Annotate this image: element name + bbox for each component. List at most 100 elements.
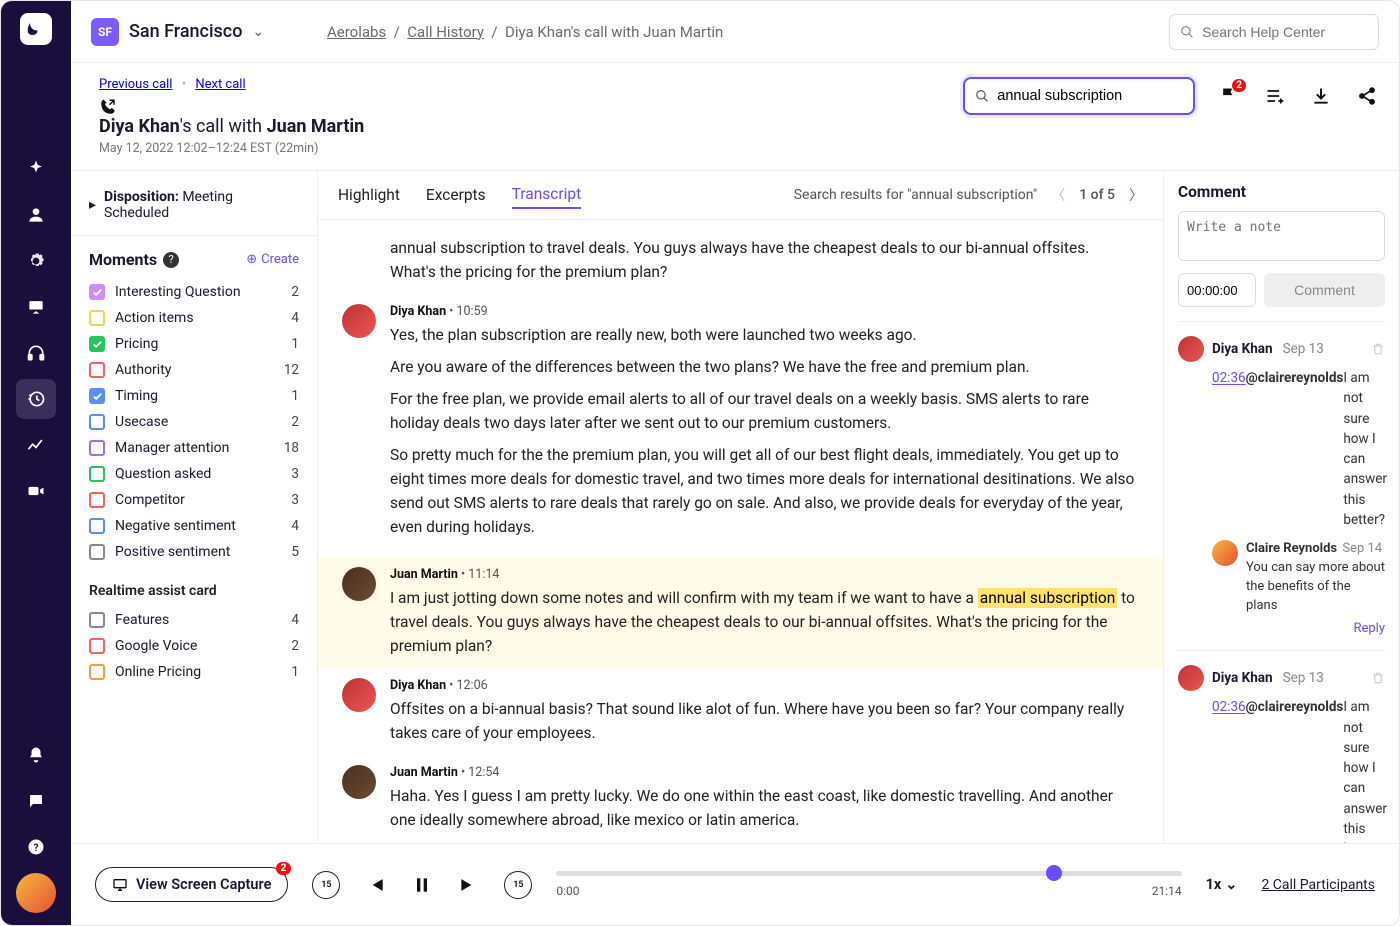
- checkbox-icon[interactable]: [89, 612, 105, 628]
- checkbox-icon[interactable]: [89, 336, 105, 352]
- breadcrumb-section[interactable]: Call History: [407, 23, 484, 41]
- moment-item[interactable]: Negative sentiment4: [89, 513, 299, 539]
- forward-15-button[interactable]: 15: [504, 871, 532, 899]
- prev-track-button[interactable]: [366, 875, 386, 895]
- comment-item: Diya Khan Sep 1302:36 @clairereynolds I …: [1178, 650, 1385, 843]
- moment-count: 1: [291, 388, 299, 404]
- comment-timestamp[interactable]: 02:36: [1212, 697, 1246, 843]
- rail-video-icon[interactable]: [16, 471, 56, 511]
- rail-help-icon[interactable]: ?: [16, 827, 56, 867]
- checkbox-icon[interactable]: [89, 466, 105, 482]
- share-button[interactable]: [1355, 84, 1379, 108]
- checkbox-icon[interactable]: [89, 362, 105, 378]
- moment-item[interactable]: Timing1: [89, 383, 299, 409]
- transcript-search-input[interactable]: [997, 88, 1183, 104]
- transcript-text[interactable]: Haha. Yes I guess I am pretty lucky. We …: [390, 784, 1139, 832]
- disposition-row[interactable]: ▸ Disposition: Meeting Scheduled: [71, 183, 317, 236]
- rail-notifications-icon[interactable]: [16, 735, 56, 775]
- checkbox-icon[interactable]: [89, 440, 105, 456]
- transcript-text[interactable]: Yes, the plan subscription are really ne…: [390, 323, 1139, 539]
- checkbox-icon[interactable]: [89, 492, 105, 508]
- moment-count: 5: [291, 544, 299, 560]
- create-moment-button[interactable]: ⊕ Create: [246, 252, 299, 267]
- transcript-text[interactable]: Offsites on a bi-annual basis? That soun…: [390, 697, 1139, 745]
- delete-icon[interactable]: [1371, 342, 1385, 356]
- pause-button[interactable]: [412, 875, 432, 895]
- checkbox-icon[interactable]: [89, 388, 105, 404]
- tab-highlight[interactable]: Highlight: [338, 182, 400, 208]
- rail-analytics-icon[interactable]: [16, 425, 56, 465]
- moment-count: 2: [291, 414, 299, 430]
- moment-label: Positive sentiment: [115, 544, 230, 560]
- comment-body: 02:36 @clairereynolds I am not sure how …: [1212, 368, 1385, 530]
- transcript-text[interactable]: I am just jotting down some notes and wi…: [390, 586, 1139, 658]
- rail-ai-icon[interactable]: [16, 149, 56, 189]
- seek-track[interactable]: 0:0021:14: [556, 871, 1181, 898]
- reply-link[interactable]: Reply: [1178, 621, 1385, 636]
- rail-user-avatar[interactable]: [16, 873, 56, 913]
- flag-button[interactable]: 2: [1217, 84, 1241, 108]
- moment-item[interactable]: Interesting Question2: [89, 279, 299, 305]
- caret-right-icon: ▸: [89, 197, 96, 213]
- next-result-button[interactable]: 〉: [1129, 185, 1143, 205]
- tab-excerpts[interactable]: Excerpts: [426, 182, 486, 208]
- delete-icon[interactable]: [1371, 671, 1385, 685]
- checkbox-icon[interactable]: [89, 414, 105, 430]
- help-search[interactable]: [1169, 14, 1379, 50]
- breadcrumb-org[interactable]: Aerolabs: [327, 23, 386, 41]
- moment-item[interactable]: Action items4: [89, 305, 299, 331]
- moment-item[interactable]: Competitor3: [89, 487, 299, 513]
- moment-item[interactable]: Positive sentiment 5: [89, 539, 299, 565]
- assist-label: Features: [115, 612, 169, 628]
- transcript-text[interactable]: annual subscription to travel deals. You…: [390, 236, 1139, 284]
- download-button[interactable]: [1309, 84, 1333, 108]
- moment-label: Negative sentiment: [115, 518, 236, 534]
- assist-item[interactable]: Online Pricing1: [89, 659, 299, 685]
- comment-reply: Claire Reynolds Sep 14You can say more a…: [1212, 540, 1385, 615]
- assist-item[interactable]: Google Voice2: [89, 633, 299, 659]
- speed-selector[interactable]: 1x⌄: [1206, 876, 1238, 893]
- rail-presentations-icon[interactable]: [16, 287, 56, 327]
- checkbox-icon[interactable]: [89, 638, 105, 654]
- checkbox-icon[interactable]: [89, 664, 105, 680]
- moment-item[interactable]: Question asked3: [89, 461, 299, 487]
- checkbox-icon[interactable]: [89, 310, 105, 326]
- moment-item[interactable]: Usecase2: [89, 409, 299, 435]
- comment-body: 02:36 @clairereynolds I am not sure how …: [1212, 697, 1385, 843]
- checkbox-icon[interactable]: [89, 518, 105, 534]
- moment-label: Pricing: [115, 336, 158, 352]
- moment-item[interactable]: Pricing1: [89, 331, 299, 357]
- checkbox-icon[interactable]: [89, 544, 105, 560]
- rail-chat-icon[interactable]: [16, 781, 56, 821]
- moment-item[interactable]: Authority12: [89, 357, 299, 383]
- timestamp-input[interactable]: [1178, 273, 1256, 307]
- moment-count: 18: [284, 440, 299, 456]
- chevron-down-icon: ⌄: [252, 24, 264, 40]
- next-call-link[interactable]: Next call: [195, 77, 245, 92]
- seek-thumb[interactable]: [1046, 865, 1062, 881]
- next-track-button[interactable]: [458, 875, 478, 895]
- comment-input[interactable]: [1178, 211, 1385, 261]
- rail-settings-icon[interactable]: [16, 241, 56, 281]
- comment-submit-button[interactable]: Comment: [1264, 273, 1385, 307]
- participants-link[interactable]: 2 Call Participants: [1261, 877, 1375, 893]
- rail-history-icon[interactable]: [16, 379, 56, 419]
- workspace-selector[interactable]: SF San Francisco ⌄: [91, 18, 311, 46]
- assist-item[interactable]: Features4: [89, 607, 299, 633]
- rewind-15-button[interactable]: 15: [312, 871, 340, 899]
- prev-call-link[interactable]: Previous call: [99, 77, 172, 92]
- search-results-info: Search results for "annual subscription"…: [794, 185, 1143, 205]
- playlist-add-button[interactable]: [1263, 84, 1287, 108]
- view-screen-capture-button[interactable]: View Screen Capture 2: [95, 867, 288, 902]
- tab-transcript[interactable]: Transcript: [512, 181, 582, 209]
- help-search-input[interactable]: [1202, 24, 1368, 40]
- help-icon[interactable]: ?: [163, 252, 179, 268]
- moment-item[interactable]: Manager attention18: [89, 435, 299, 461]
- rail-contacts-icon[interactable]: [16, 195, 56, 235]
- checkbox-icon[interactable]: [89, 284, 105, 300]
- prev-result-button[interactable]: 〈: [1051, 185, 1065, 205]
- comment-timestamp[interactable]: 02:36: [1212, 368, 1246, 530]
- app-logo[interactable]: [20, 13, 52, 45]
- rail-headset-icon[interactable]: [16, 333, 56, 373]
- transcript-search[interactable]: [963, 77, 1195, 115]
